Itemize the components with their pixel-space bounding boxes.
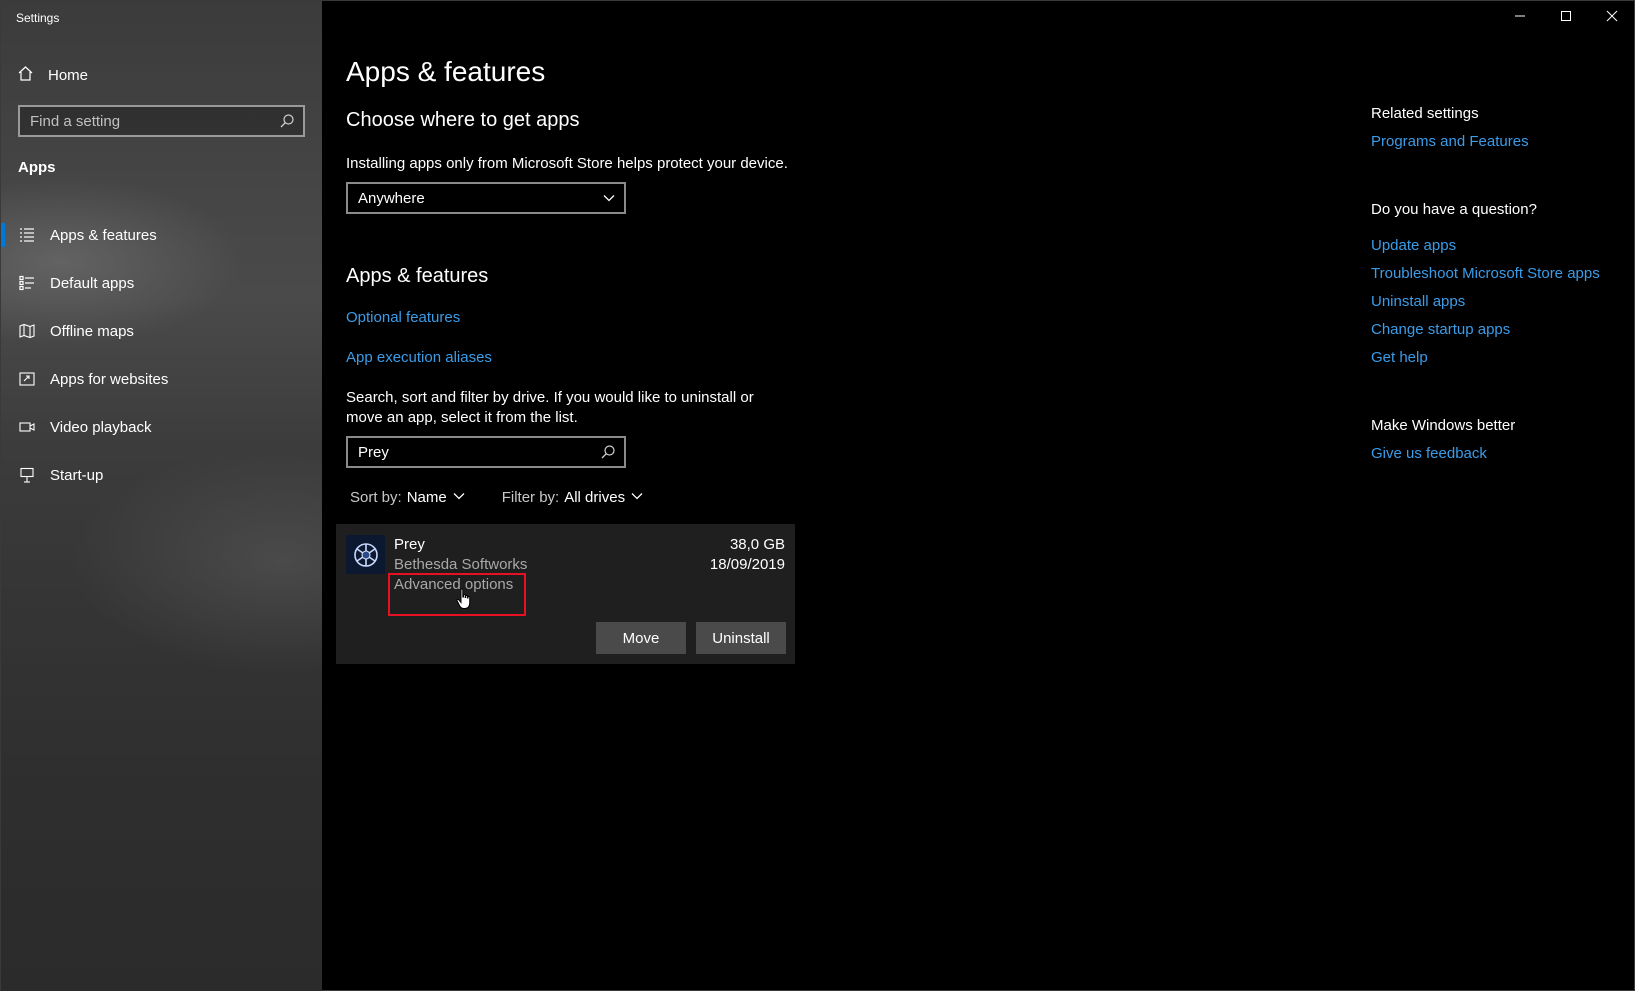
app-search-input[interactable] — [358, 443, 614, 461]
sidebar-item-label: Apps for websites — [50, 370, 169, 388]
sort-filter-bar: Sort by: Name Filter by: All drives — [350, 489, 644, 506]
sidebar-item-label: Start-up — [50, 466, 104, 484]
minimize-button[interactable] — [1497, 1, 1543, 35]
search-icon[interactable] — [600, 444, 616, 464]
app-source-value: Anywhere — [358, 189, 425, 207]
make-windows-better-heading: Make Windows better — [1371, 417, 1516, 434]
troubleshoot-store-link[interactable]: Troubleshoot Microsoft Store apps — [1371, 265, 1600, 282]
settings-search-box[interactable] — [18, 105, 305, 137]
sidebar-item-default-apps[interactable]: Default apps — [1, 259, 322, 307]
home-label: Home — [48, 66, 89, 84]
app-icon — [346, 535, 385, 574]
list-icon — [18, 226, 36, 244]
get-help-link[interactable]: Get help — [1371, 349, 1428, 366]
sidebar-item-offline-maps[interactable]: Offline maps — [1, 307, 322, 355]
sort-dropdown[interactable]: Sort by: Name — [350, 489, 466, 506]
app-name: Prey — [394, 536, 425, 553]
maximize-button[interactable] — [1543, 1, 1589, 35]
related-settings-heading: Related settings — [1371, 105, 1479, 122]
sidebar-item-startup[interactable]: Start-up — [1, 451, 322, 499]
change-startup-link[interactable]: Change startup apps — [1371, 321, 1510, 338]
apps-features-heading: Apps & features — [346, 265, 489, 287]
uninstall-button[interactable]: Uninstall — [696, 622, 786, 654]
search-description: Search, sort and filter by drive. If you… — [346, 389, 754, 426]
web-app-icon — [18, 370, 36, 388]
move-button[interactable]: Move — [596, 622, 686, 654]
programs-features-link[interactable]: Programs and Features — [1371, 133, 1529, 150]
minimize-icon — [1514, 9, 1526, 27]
app-install-date: 18/09/2019 — [709, 556, 785, 573]
filter-label: Filter by: — [501, 489, 560, 506]
map-icon — [18, 322, 36, 340]
sidebar-item-label: Default apps — [50, 274, 135, 292]
filter-value: All drives — [564, 489, 626, 506]
sidebar-item-video-playback[interactable]: Video playback — [1, 403, 322, 451]
home-icon — [17, 65, 34, 86]
default-apps-icon — [18, 274, 36, 292]
uninstall-apps-link[interactable]: Uninstall apps — [1371, 293, 1465, 310]
app-publisher: Bethesda Softworks — [394, 556, 528, 573]
maximize-icon — [1560, 9, 1572, 27]
update-apps-link[interactable]: Update apps — [1371, 237, 1456, 254]
app-source-dropdown[interactable]: Anywhere — [346, 182, 626, 214]
sidebar-item-label: Apps & features — [50, 226, 157, 244]
settings-window: Settings Home Apps Apps & features — [0, 0, 1635, 991]
hand-cursor-icon — [456, 588, 472, 615]
close-icon — [1606, 9, 1618, 27]
sort-value: Name — [406, 489, 447, 506]
app-execution-aliases-link[interactable]: App execution aliases — [346, 349, 492, 366]
chevron-down-icon — [452, 489, 466, 506]
sidebar-nav: Apps & features Default apps Offline map… — [1, 211, 322, 499]
filter-dropdown[interactable]: Filter by: All drives — [502, 489, 644, 506]
home-nav-item[interactable]: Home — [17, 62, 88, 88]
startup-icon — [18, 466, 36, 484]
sort-label: Sort by: — [350, 489, 402, 506]
sidebar: Settings Home Apps Apps & features — [1, 1, 322, 991]
chevron-down-icon — [602, 191, 616, 209]
app-size: 38,0 GB — [729, 536, 785, 553]
video-icon — [18, 418, 36, 436]
app-search-box[interactable] — [346, 436, 626, 468]
question-heading: Do you have a question? — [1371, 201, 1537, 218]
choose-heading: Choose where to get apps — [346, 109, 580, 131]
optional-features-link[interactable]: Optional features — [346, 309, 460, 326]
app-list-item[interactable]: Prey Bethesda Softworks Advanced options… — [336, 524, 795, 664]
give-feedback-link[interactable]: Give us feedback — [1371, 445, 1487, 462]
close-button[interactable] — [1589, 1, 1635, 35]
section-label-apps: Apps — [18, 159, 56, 176]
sidebar-item-label: Offline maps — [50, 322, 134, 340]
window-title: Settings — [16, 11, 60, 25]
main-content: Apps & features Choose where to get apps… — [322, 1, 1635, 991]
page-title: Apps & features — [346, 56, 546, 87]
settings-search-input[interactable] — [30, 112, 293, 130]
sidebar-item-apps-websites[interactable]: Apps for websites — [1, 355, 322, 403]
chevron-down-icon — [630, 489, 644, 506]
sidebar-item-apps-features[interactable]: Apps & features — [1, 211, 322, 259]
search-icon[interactable] — [279, 113, 295, 133]
sidebar-item-label: Video playback — [50, 418, 152, 436]
choose-description: Installing apps only from Microsoft Stor… — [346, 155, 788, 172]
